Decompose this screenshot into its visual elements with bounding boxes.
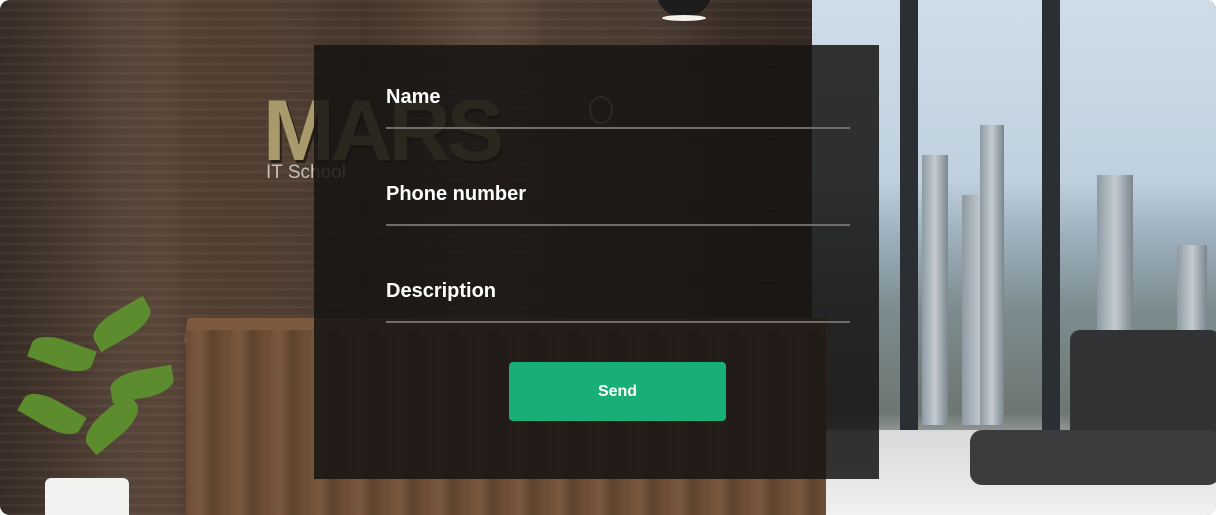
plant-leaf	[108, 364, 176, 404]
phone-field[interactable]: Phone number	[386, 182, 850, 226]
name-label: Name	[386, 86, 441, 108]
window-frame	[900, 0, 918, 430]
send-button[interactable]: Send	[509, 362, 726, 421]
plant-leaf	[17, 385, 87, 443]
description-label: Description	[386, 280, 497, 302]
phone-label: Phone number	[386, 183, 527, 205]
skyscraper	[922, 155, 948, 425]
name-underline	[386, 127, 850, 129]
description-field[interactable]: Description	[386, 279, 850, 323]
plant-leaf	[87, 295, 157, 353]
phone-underline	[386, 224, 850, 226]
plant-leaf	[27, 329, 97, 379]
sofa	[970, 330, 1216, 495]
plant-pot	[45, 478, 129, 515]
description-underline	[386, 321, 850, 323]
sofa-seat	[970, 430, 1216, 485]
name-field[interactable]: Name	[386, 85, 850, 129]
hero-background: MARS IT School Name Phone number Descrip…	[0, 0, 1216, 515]
contact-form: Name Phone number Description Send	[314, 45, 879, 479]
potted-plant	[17, 295, 190, 480]
